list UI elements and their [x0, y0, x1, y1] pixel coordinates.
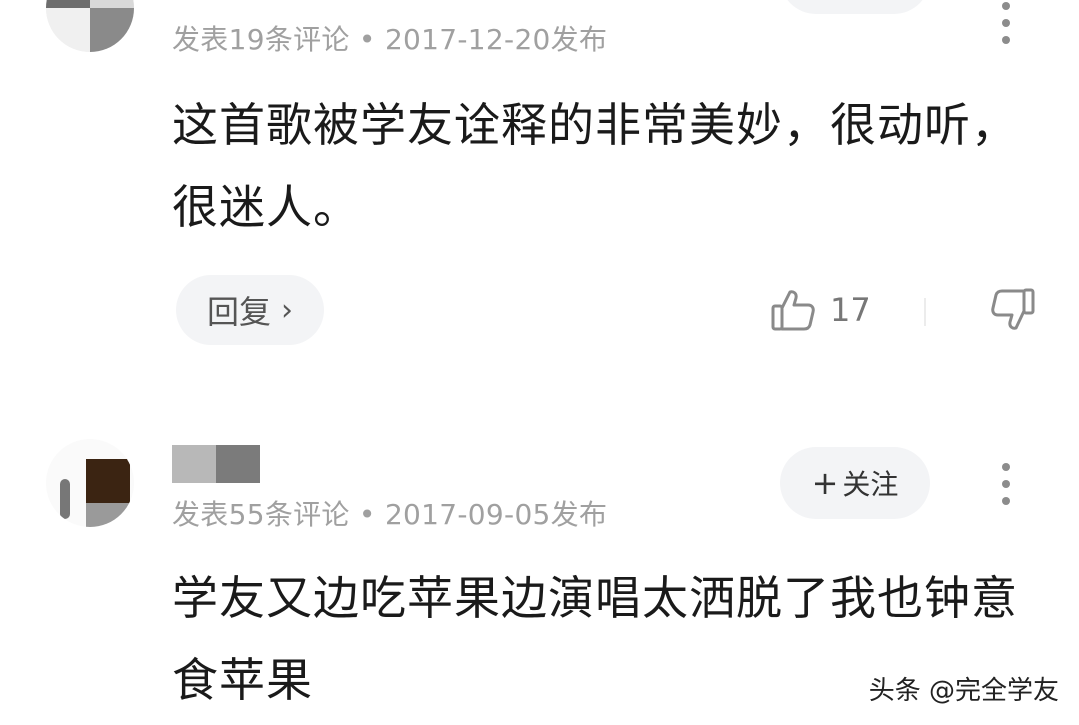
thumbs-down-icon: [991, 288, 1035, 330]
comment-text: 这首歌被学友诠释的非常美妙，很动听，很迷人。: [172, 98, 1018, 234]
thumbs-up-icon: [771, 290, 815, 331]
comment-meta: 发表55条评论 • 2017-09-05发布: [172, 498, 608, 531]
chevron-right-icon: ›: [281, 292, 293, 328]
comment-meta: 发表19条评论 • 2017-12-20发布: [172, 23, 608, 56]
follow-button[interactable]: + 关注: [780, 0, 930, 14]
watermark: 头条 @完全学友: [868, 676, 1059, 706]
like-button[interactable]: 17: [770, 286, 871, 334]
more-vertical-icon[interactable]: [1000, 463, 1012, 509]
username-blurred[interactable]: [172, 445, 260, 483]
avatar[interactable]: [46, 439, 134, 527]
more-vertical-icon[interactable]: [1000, 2, 1012, 48]
follow-button[interactable]: + 关注: [780, 447, 930, 519]
divider: [924, 298, 926, 326]
plus-icon: +: [811, 464, 839, 502]
dislike-button[interactable]: [988, 286, 1036, 338]
like-count: 17: [830, 291, 871, 329]
comment-card: 发表19条评论 • 2017-12-20发布 + 关注 这首歌被学友诠释的非常美…: [0, 0, 1079, 390]
reply-button[interactable]: 回复 ›: [176, 275, 324, 345]
avatar[interactable]: [46, 0, 134, 52]
follow-label: 关注: [842, 468, 899, 501]
reply-label: 回复: [206, 293, 271, 331]
